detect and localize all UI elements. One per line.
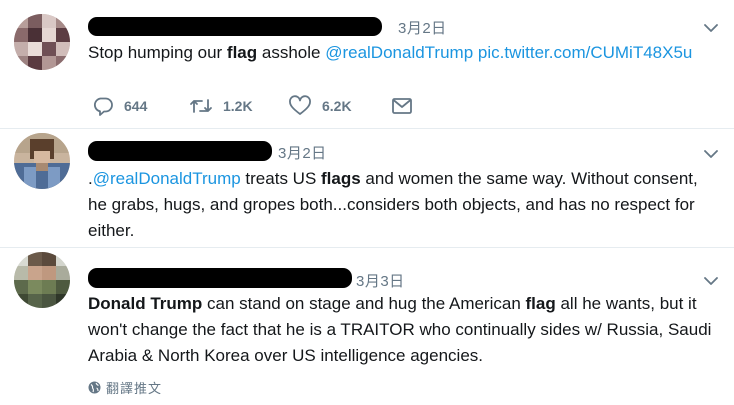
text-line: .@realDonaldTrump treats US flags and wo… <box>88 166 724 192</box>
like-button[interactable]: 6.2K <box>288 95 352 117</box>
globe-icon <box>88 381 101 394</box>
retweet-button[interactable]: 1.2K <box>189 95 253 117</box>
text-line: he grabs, hugs, and gropes both...consid… <box>88 192 724 218</box>
text-part: won't change the fact that he is a TRAIT… <box>88 320 712 339</box>
chevron-down-icon[interactable] <box>704 24 718 33</box>
heart-icon <box>289 95 311 115</box>
text-part: either. <box>88 221 135 240</box>
chevron-down-icon[interactable] <box>704 150 718 159</box>
redacted-username <box>88 268 352 288</box>
text-part: Arabia & North Korea over US intelligenc… <box>88 346 483 365</box>
mention-link[interactable]: @realDonaldTrump <box>93 169 241 188</box>
avatar[interactable] <box>14 252 70 308</box>
text-part-bold: flag <box>525 294 556 313</box>
text-line: Donald Trump can stand on stage and hug … <box>88 291 724 317</box>
media-link[interactable]: pic.twitter.com/CUMiT48X5u <box>478 43 692 62</box>
text-part: treats US <box>240 169 322 188</box>
translate-label: 翻譯推文 <box>106 381 163 396</box>
text-part: and women the same way. Without consent, <box>360 169 698 188</box>
tweet-text: Donald Trump can stand on stage and hug … <box>88 291 724 369</box>
text-part-bold: flags <box>321 169 361 188</box>
tweet-1[interactable]: 3月2日 Stop humping our flag asshole @real… <box>0 0 734 128</box>
like-count: 6.2K <box>322 98 352 114</box>
redacted-username <box>88 17 382 36</box>
direct-message-button[interactable] <box>391 95 413 117</box>
avatar[interactable] <box>14 133 70 189</box>
text-line: won't change the fact that he is a TRAIT… <box>88 317 724 343</box>
text-part: asshole <box>257 43 326 62</box>
text-part-bold: flag <box>226 43 258 62</box>
tweet-date[interactable]: 3月3日 <box>356 270 405 291</box>
avatar[interactable] <box>14 14 70 70</box>
text-part: Stop humping our <box>88 43 227 62</box>
redacted-username <box>88 141 272 161</box>
tweet-text: Stop humping our flag asshole @realDonal… <box>88 40 724 66</box>
tweet-date[interactable]: 3月2日 <box>278 142 327 163</box>
text-line: either. <box>88 218 724 244</box>
reply-icon <box>94 97 113 116</box>
reply-button[interactable]: 644 <box>92 95 147 117</box>
text-part-bold: Donald Trump <box>88 294 203 313</box>
tweet-2[interactable]: 3月2日 .@realDonaldTrump treats US flags a… <box>0 129 734 247</box>
chevron-down-icon[interactable] <box>704 277 718 286</box>
retweet-icon <box>190 99 212 113</box>
reply-count: 644 <box>124 98 148 114</box>
tweet-text: .@realDonaldTrump treats US flags and wo… <box>88 166 724 244</box>
text-part: can stand on stage and hug the American <box>202 294 526 313</box>
tweet-date[interactable]: 3月2日 <box>398 17 447 38</box>
retweet-count: 1.2K <box>223 98 253 114</box>
text-part: he grabs, hugs, and gropes both...consid… <box>88 195 695 214</box>
translate-tweet-link[interactable]: 翻譯推文 <box>88 378 162 397</box>
text-part: all he wants, but it <box>555 294 697 313</box>
mention-link[interactable]: @realDonaldTrump <box>325 43 473 62</box>
text-line: Arabia & North Korea over US intelligenc… <box>88 343 724 369</box>
envelope-icon <box>392 98 412 114</box>
